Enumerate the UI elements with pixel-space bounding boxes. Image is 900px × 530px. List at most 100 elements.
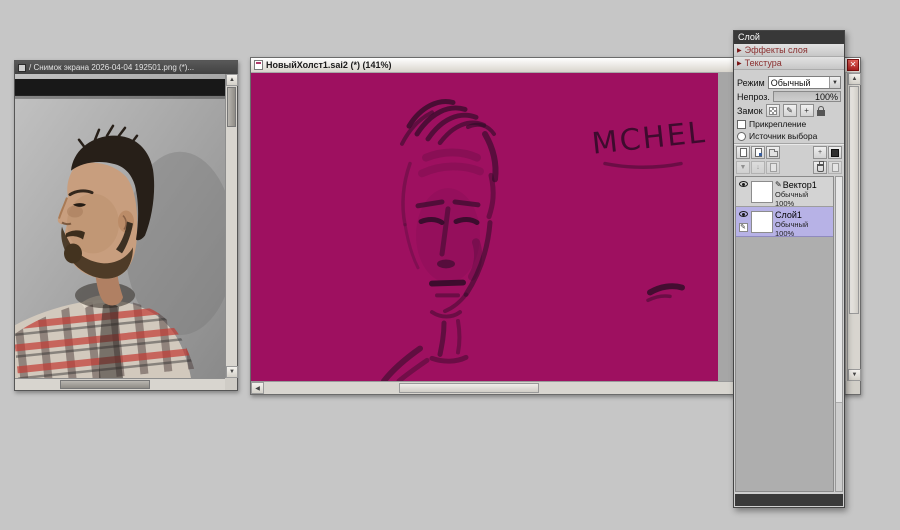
- transfer-down-button[interactable]: ↓: [751, 161, 765, 174]
- layer-toolbar-row1: +: [734, 145, 844, 160]
- new-vector-layer-button[interactable]: [751, 146, 765, 159]
- portrait-photo: [15, 74, 225, 378]
- panel-footer: [735, 494, 843, 506]
- close-button[interactable]: ✕: [847, 59, 859, 71]
- opacity-value: 100%: [814, 91, 838, 102]
- merge-down-icon: ▼: [739, 164, 747, 171]
- canvas-window-title: НовыйХолст1.sai2 (*) (141%): [266, 60, 392, 70]
- mask-button[interactable]: [828, 146, 842, 159]
- trash-icon: [816, 161, 824, 172]
- crosshair-icon: +: [817, 149, 823, 156]
- lock-position-button[interactable]: +: [799, 104, 814, 117]
- lock-pixels-button[interactable]: ✎: [782, 104, 797, 117]
- selection-source-label: Источник выбора: [749, 131, 818, 141]
- blend-mode-select[interactable]: Обычный ▼: [767, 76, 841, 89]
- vertical-scroll-track[interactable]: [848, 315, 860, 369]
- transform-button[interactable]: +: [813, 146, 827, 159]
- vertical-scroll-thumb[interactable]: [227, 87, 236, 127]
- visibility-eye-icon[interactable]: [738, 211, 748, 217]
- clipping-checkbox[interactable]: [737, 119, 746, 129]
- lock-label: Замок: [737, 105, 763, 116]
- editing-indicator-icon: ✎: [738, 223, 748, 232]
- visibility-eye-icon[interactable]: [738, 181, 748, 187]
- selection-source-row: Источник выбора: [734, 130, 844, 142]
- move-icon: +: [804, 106, 809, 115]
- layer-list-scrollbar[interactable]: [835, 176, 843, 492]
- section-texture[interactable]: ▶ Текстура: [734, 57, 844, 70]
- clear-icon: [831, 163, 839, 172]
- divider: [734, 143, 844, 144]
- image-icon: [18, 63, 26, 72]
- desktop: НовыйХолст1.sai2 (*) (141%) ✕ MCHEL ▲ ▼ …: [0, 0, 900, 530]
- layer-effects-label: Эффекты слоя: [744, 45, 808, 55]
- reference-photo[interactable]: [15, 74, 225, 378]
- vertical-scroll-track[interactable]: [226, 128, 237, 366]
- copy-layer-button[interactable]: [766, 161, 780, 174]
- expander-icon: ▶: [737, 47, 742, 54]
- blend-mode-value: Обычный: [770, 77, 811, 88]
- layer-list: ✎ Вектор1 Обычный 100% ✎ Слой1 Обычный 1…: [735, 176, 834, 492]
- layer-name-text: Вектор1: [782, 180, 817, 190]
- clear-layer-button[interactable]: [828, 161, 842, 174]
- layer-thumbnail: [751, 210, 773, 233]
- layer-name-text: Слой1: [775, 210, 802, 220]
- layer-list-area: ✎ Вектор1 Обычный 100% ✎ Слой1 Обычный 1…: [735, 176, 843, 492]
- layer-item-vector1[interactable]: ✎ Вектор1 Обычный 100%: [736, 177, 833, 208]
- lock-row: Замок ✎ +: [734, 103, 844, 118]
- document-icon: [254, 60, 263, 70]
- eye-column: ✎: [737, 209, 749, 234]
- merge-down-button[interactable]: ▼: [736, 161, 750, 174]
- layer-name: ✎ Вектор1: [775, 180, 832, 190]
- folder-icon: [768, 148, 778, 157]
- sketch-drawing: MCHEL: [381, 99, 708, 381]
- layer-meta: Слой1 Обычный 100%: [775, 209, 832, 238]
- reference-vertical-scrollbar[interactable]: ▲ ▼: [225, 74, 238, 378]
- layer-opacity: 100%: [775, 199, 795, 208]
- layer-panel-title: Слой: [738, 32, 760, 42]
- dropdown-arrow-icon: ▼: [829, 77, 840, 88]
- layer-opacity: 100%: [775, 229, 795, 238]
- new-folder-button[interactable]: [766, 146, 780, 159]
- section-layer-effects[interactable]: ▶ Эффекты слоя: [734, 44, 844, 57]
- layer-panel: Слой ▶ Эффекты слоя ▶ Текстура Режим Обы…: [733, 30, 845, 508]
- scroll-left-button[interactable]: ◀: [251, 382, 264, 394]
- horizontal-scroll-thumb[interactable]: [399, 383, 539, 393]
- layer-item-layer1[interactable]: ✎ Слой1 Обычный 100%: [736, 207, 833, 238]
- reference-horizontal-scrollbar[interactable]: [15, 378, 225, 390]
- canvas-vertical-scrollbar[interactable]: ▲ ▼: [847, 73, 861, 381]
- eye-column: [737, 179, 749, 204]
- expander-icon: ▶: [737, 60, 742, 67]
- layer-panel-titlebar[interactable]: Слой: [734, 31, 844, 44]
- scrollbar-corner: [225, 378, 237, 390]
- reference-window-titlebar[interactable]: / Снимок экрана 2026-04-04 192501.png (*…: [15, 61, 237, 74]
- layer-thumbnail: [751, 180, 773, 203]
- scroll-down-button[interactable]: ▼: [848, 369, 861, 381]
- up-arrow-icon: ▲: [229, 77, 235, 83]
- canvas-paper[interactable]: MCHEL: [251, 73, 718, 381]
- lock-icon[interactable]: [816, 105, 825, 116]
- lock-transparency-button[interactable]: [765, 104, 780, 117]
- left-arrow-icon: ◀: [255, 385, 260, 392]
- close-icon: ✕: [849, 60, 857, 69]
- scroll-up-button[interactable]: ▲: [226, 74, 238, 86]
- clipping-row: Прикрепление: [734, 118, 844, 130]
- transfer-down-icon: ↓: [756, 164, 760, 171]
- down-arrow-icon: ▼: [229, 369, 235, 375]
- pencil-icon: ✎: [786, 106, 793, 115]
- scroll-up-button[interactable]: ▲: [848, 73, 861, 85]
- scroll-down-button[interactable]: ▼: [226, 366, 238, 378]
- new-layer-icon: [739, 148, 747, 157]
- vector-pen-icon: ✎: [775, 180, 782, 189]
- layer-toolbar-row2: ▼ ↓: [734, 160, 844, 175]
- new-layer-button[interactable]: [736, 146, 750, 159]
- layer-list-scroll-thumb[interactable]: [836, 177, 842, 404]
- layer-meta: ✎ Вектор1 Обычный 100%: [775, 179, 832, 208]
- opacity-slider[interactable]: 100%: [772, 91, 841, 102]
- vertical-scroll-thumb[interactable]: [849, 86, 859, 314]
- reference-window-title: / Снимок экрана 2026-04-04 192501.png (*…: [29, 63, 195, 72]
- texture-label: Текстура: [744, 58, 782, 68]
- selection-source-radio[interactable]: [737, 131, 746, 141]
- horizontal-scroll-thumb[interactable]: [60, 380, 150, 389]
- layer-mode: Обычный: [775, 220, 809, 229]
- delete-layer-button[interactable]: [813, 161, 827, 174]
